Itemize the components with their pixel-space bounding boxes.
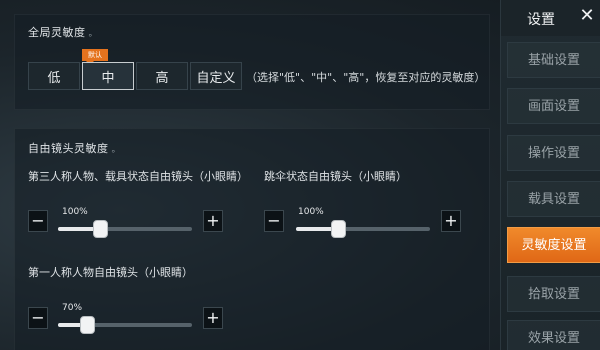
slider-label-first-person: 第一人称人物自由镜头（小眼睛）	[28, 266, 193, 279]
title-mark: 。	[111, 145, 122, 155]
slider-value-third-person: 100%	[62, 207, 88, 217]
sidebar-item-pickup[interactable]: 拾取设置	[507, 276, 600, 312]
title-mark: 。	[88, 29, 99, 39]
slider-track-third-person[interactable]	[58, 227, 192, 231]
minus-button-third-person[interactable]: −	[28, 210, 48, 232]
sidebar-item-sensitivity[interactable]: 灵敏度设置	[507, 227, 600, 263]
settings-main: 全局灵敏度。 默认 低 中 高 自定义 （选择"低"、"中"、"高"，恢复至对应…	[0, 0, 500, 350]
slider-thumb-parachute[interactable]	[330, 220, 346, 238]
global-sensitivity-title: 全局灵敏度。	[28, 24, 98, 40]
minus-button-first-person[interactable]: −	[28, 307, 48, 329]
sidebar-item-effects[interactable]: 效果设置	[507, 320, 600, 350]
sensitivity-custom-button[interactable]: 自定义	[190, 62, 242, 90]
free-camera-title: 自由镜头灵敏度。	[28, 140, 121, 156]
sidebar-item-basic[interactable]: 基础设置	[507, 42, 600, 78]
sidebar-header: 设置 ✕	[501, 0, 600, 36]
sensitivity-hint: （选择"低"、"中"、"高"，恢复至对应的灵敏度）	[246, 71, 486, 84]
slider-label-third-person: 第三人称人物、载具状态自由镜头（小眼睛）	[28, 170, 248, 183]
slider-track-parachute[interactable]	[296, 227, 430, 231]
default-badge: 默认	[82, 49, 108, 65]
plus-button-third-person[interactable]: +	[203, 210, 223, 232]
minus-button-parachute[interactable]: −	[264, 210, 284, 232]
slider-thumb-third-person[interactable]	[92, 220, 108, 238]
sidebar-item-graphics[interactable]: 画面设置	[507, 88, 600, 124]
sidebar-title: 设置	[527, 12, 555, 28]
plus-button-first-person[interactable]: +	[203, 307, 223, 329]
slider-value-parachute: 100%	[298, 207, 324, 217]
free-camera-title-text: 自由镜头灵敏度	[28, 142, 109, 155]
sidebar-item-controls[interactable]: 操作设置	[507, 135, 600, 171]
slider-track-first-person[interactable]	[58, 323, 192, 327]
sensitivity-low-button[interactable]: 低	[28, 62, 80, 90]
slider-value-first-person: 70%	[62, 303, 83, 313]
sensitivity-medium-button[interactable]: 中	[82, 62, 134, 90]
settings-sidebar: 设置 ✕ 基础设置 画面设置 操作设置 载具设置 灵敏度设置 拾取设置 效果设置	[500, 0, 600, 350]
slider-label-parachute: 跳伞状态自由镜头（小眼睛）	[264, 170, 407, 183]
plus-button-parachute[interactable]: +	[441, 210, 461, 232]
close-icon[interactable]: ✕	[578, 6, 596, 26]
slider-thumb-first-person[interactable]	[80, 316, 96, 334]
global-sensitivity-title-text: 全局灵敏度	[28, 26, 86, 39]
sensitivity-high-button[interactable]: 高	[136, 62, 188, 90]
sidebar-item-vehicle[interactable]: 载具设置	[507, 181, 600, 217]
